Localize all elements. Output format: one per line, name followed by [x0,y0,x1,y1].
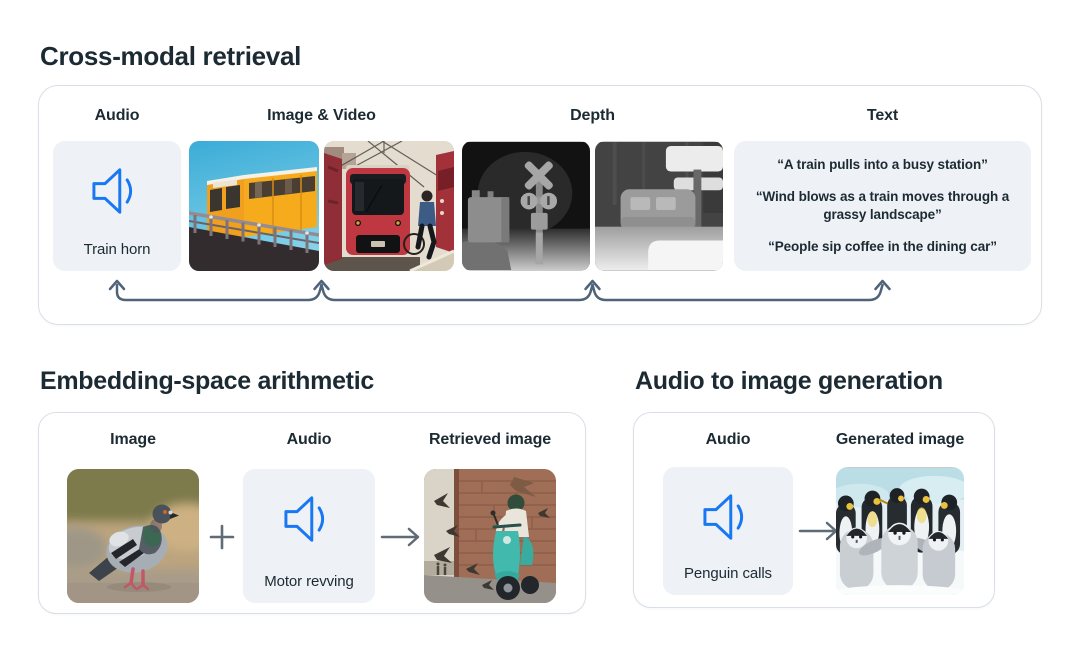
column-header-image-video: Image & Video [189,107,454,125]
section-title-audio-to-image-generation: Audio to image generation [635,367,943,396]
plus-icon [209,524,235,550]
speaker-icon [700,493,756,541]
column-header-audio: Audio [53,107,181,125]
text-quote-3: “People sip coffee in the dining car” [744,238,1021,256]
red-train-station-photo [324,141,454,271]
cross-modal-panel: Audio Image & Video Depth Text Train hor… [38,85,1042,325]
scooter-with-pigeons-photo [424,469,556,603]
text-quote-1: “A train pulls into a busy station” [744,156,1021,174]
embedding-arithmetic-panel: Image Audio Retrieved image [38,412,586,614]
arrow-right-icon [379,525,423,549]
pigeon-photo [67,469,199,603]
arrow-right-icon [797,519,841,543]
emperor-penguins-photo [836,467,964,595]
column-header-audio: Audio [663,431,793,449]
section-title-embedding-space-arithmetic: Embedding-space arithmetic [40,367,374,396]
column-header-audio: Audio [243,431,375,449]
audio-sample-card-penguin-calls: Penguin calls [663,467,793,595]
imagebind-capabilities-figure: Cross-modal retrieval Audio Image & Vide… [0,0,1080,672]
audio-card-label: Motor revving [264,573,354,590]
column-header-text: Text [734,107,1031,125]
yellow-elevated-train-photo [189,141,319,271]
speaker-icon [89,167,145,215]
audio-sample-card-train-horn: Train horn [53,141,181,271]
cross-modal-links-arrow [39,278,1043,312]
text-quote-2: “Wind blows as a train moves through a g… [744,188,1021,224]
train-depth-map [595,141,723,271]
column-header-depth: Depth [462,107,723,125]
section-title-cross-modal-retrieval: Cross-modal retrieval [40,42,301,72]
railroad-crossing-depth-map [462,141,590,271]
column-header-retrieved-image: Retrieved image [394,431,586,449]
audio-sample-card-motor-revving: Motor revving [243,469,375,603]
audio-card-label: Train horn [84,241,151,258]
column-header-image: Image [67,431,199,449]
text-descriptions-card: “A train pulls into a busy station” “Win… [734,141,1031,271]
column-header-generated-image: Generated image [830,431,970,449]
speaker-icon [281,495,337,543]
audio-card-label: Penguin calls [684,565,772,582]
audio-to-image-panel: Audio Generated image Penguin calls [633,412,995,608]
